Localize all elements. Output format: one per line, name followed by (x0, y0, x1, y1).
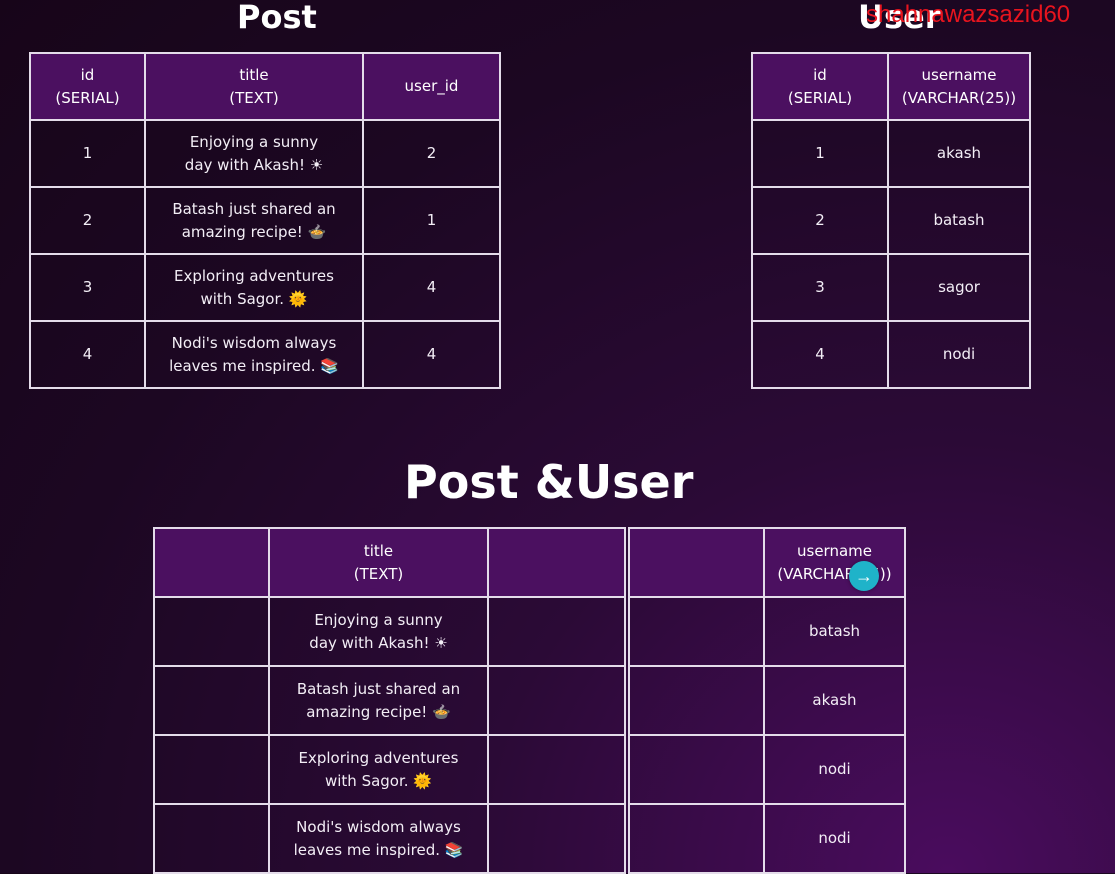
post-cell-user-id: 1 (362, 186, 501, 255)
post-cell-id: 4 (29, 320, 146, 389)
joined-table: title (TEXT) username (VARCHAR(25)) Enjoyi… (153, 527, 906, 874)
joined-header-title: title (TEXT) (268, 527, 489, 598)
joined-cell-empty (628, 803, 765, 874)
joined-cell-username: nodi (763, 803, 906, 874)
joined-header-username: username (VARCHAR(25)) (763, 527, 906, 598)
joined-cell-empty (153, 596, 270, 667)
user-header-username: username (VARCHAR(25)) (887, 52, 1031, 121)
joined-cell-username: batash (763, 596, 906, 667)
joined-cell-empty (628, 665, 765, 736)
user-cell-id: 4 (751, 320, 889, 389)
user-table-header-row: id (SERIAL) username (VARCHAR(25)) (751, 52, 1031, 121)
user-header-id: id (SERIAL) (751, 52, 889, 121)
post-header-title: title (TEXT) (144, 52, 364, 121)
joined-cell-empty (153, 665, 270, 736)
joined-cell-username: nodi (763, 734, 906, 805)
post-cell-title: Exploring adventures with Sagor. 🌞 (144, 253, 364, 322)
post-header-id: id (SERIAL) (29, 52, 146, 121)
table-row: 2 Batash just shared an amazing recipe! 🍲… (29, 186, 501, 255)
user-cell-username: batash (887, 186, 1031, 255)
table-row: 1 Enjoying a sunny day with Akash! ☀ 2 (29, 119, 501, 188)
table-row: 2 batash (751, 186, 1031, 255)
post-table-header-row: id (SERIAL) title (TEXT) user_id (29, 52, 501, 121)
joined-table-header-row: title (TEXT) username (VARCHAR(25)) (153, 527, 906, 598)
user-cell-username: sagor (887, 253, 1031, 322)
joined-header-empty-2 (487, 527, 626, 598)
table-row: 3 sagor (751, 253, 1031, 322)
post-header-user-id: user_id (362, 52, 501, 121)
user-cell-username: nodi (887, 320, 1031, 389)
joined-cell-username: akash (763, 665, 906, 736)
joined-cell-empty (153, 734, 270, 805)
user-cell-username: akash (887, 119, 1031, 188)
post-cell-id: 3 (29, 253, 146, 322)
post-cell-user-id: 2 (362, 119, 501, 188)
joined-header-empty-1 (153, 527, 270, 598)
joined-cell-title: Exploring adventures with Sagor. 🌞 (268, 734, 489, 805)
post-cell-id: 1 (29, 119, 146, 188)
table-row: 3 Exploring adventures with Sagor. 🌞 4 (29, 253, 501, 322)
user-cell-id: 3 (751, 253, 889, 322)
user-cell-id: 1 (751, 119, 889, 188)
post-cell-user-id: 4 (362, 320, 501, 389)
arrow-right-icon: → (849, 561, 879, 591)
joined-cell-empty (153, 803, 270, 874)
user-table: id (SERIAL) username (VARCHAR(25)) 1 akash… (751, 52, 1031, 389)
table-row: Nodi's wisdom always leaves me inspired. … (153, 803, 906, 874)
joined-cell-empty (487, 803, 626, 874)
joined-cell-empty (487, 734, 626, 805)
table-row: 4 Nodi's wisdom always leaves me inspired… (29, 320, 501, 389)
table-row: Exploring adventures with Sagor. 🌞 nodi (153, 734, 906, 805)
joined-cell-title: Batash just shared an amazing recipe! 🍲 (268, 665, 489, 736)
joined-cell-empty (487, 665, 626, 736)
table-row: 4 nodi (751, 320, 1031, 389)
post-cell-title: Batash just shared an amazing recipe! 🍲 (144, 186, 364, 255)
watermark: shahnawazsazid60 (866, 1, 1071, 28)
post-cell-title: Nodi's wisdom always leaves me inspired. … (144, 320, 364, 389)
post-cell-id: 2 (29, 186, 146, 255)
joined-cell-empty (487, 596, 626, 667)
joined-header-empty-3 (628, 527, 765, 598)
table-row: Enjoying a sunny day with Akash! ☀ batash (153, 596, 906, 667)
post-table: id (SERIAL) title (TEXT) user_id 1 Enjoyin… (29, 52, 501, 389)
post-table-title: Post (237, 0, 317, 36)
post-cell-title: Enjoying a sunny day with Akash! ☀ (144, 119, 364, 188)
joined-cell-title: Enjoying a sunny day with Akash! ☀ (268, 596, 489, 667)
joined-cell-title: Nodi's wisdom always leaves me inspired. … (268, 803, 489, 874)
table-row: 1 akash (751, 119, 1031, 188)
table-row: Batash just shared an amazing recipe! 🍲 a… (153, 665, 906, 736)
joined-table-title: Post &User (404, 455, 694, 509)
joined-cell-empty (628, 596, 765, 667)
user-cell-id: 2 (751, 186, 889, 255)
post-cell-user-id: 4 (362, 253, 501, 322)
joined-cell-empty (628, 734, 765, 805)
